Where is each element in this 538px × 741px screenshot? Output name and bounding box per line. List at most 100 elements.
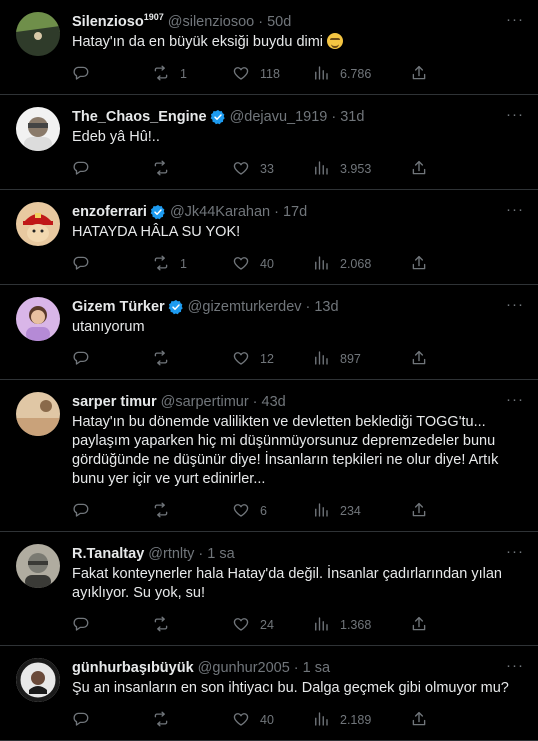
reply-button[interactable] xyxy=(72,349,152,370)
retweet-button[interactable] xyxy=(152,349,232,370)
tweet[interactable]: Silenzioso1907 @silenziosoo · 50d ··· Ha… xyxy=(0,0,538,95)
views-button[interactable]: 234 xyxy=(312,501,410,522)
retweet-button[interactable] xyxy=(152,710,232,731)
timestamp[interactable]: 50d xyxy=(267,12,291,32)
display-name[interactable]: Silenzioso1907 xyxy=(72,12,164,32)
tweet-text-content: Hatay'ın da en büyük eksiği buydu dimi xyxy=(72,34,324,50)
avatar[interactable] xyxy=(16,202,60,246)
timestamp[interactable]: 17d xyxy=(283,202,307,222)
reply-button[interactable] xyxy=(72,501,152,522)
display-name[interactable]: enzoferrari xyxy=(72,202,147,222)
display-name[interactable]: The_Chaos_Engine xyxy=(72,107,207,127)
more-dots-icon[interactable]: ··· xyxy=(506,658,524,674)
retweet-icon xyxy=(152,159,170,180)
share-button[interactable] xyxy=(410,710,428,731)
more-dots-icon[interactable]: ··· xyxy=(506,544,524,560)
tweet[interactable]: The_Chaos_Engine @dejavu_1919 · 31d ··· … xyxy=(0,95,538,190)
avatar[interactable] xyxy=(16,297,60,341)
like-count: 6 xyxy=(260,504,267,518)
retweet-button[interactable] xyxy=(152,501,232,522)
reply-button[interactable] xyxy=(72,254,152,275)
tweet-header: The_Chaos_Engine @dejavu_1919 · 31d xyxy=(72,107,522,127)
retweet-button[interactable]: 1 xyxy=(152,64,232,85)
user-handle[interactable]: @sarpertimur xyxy=(161,392,249,412)
retweet-button[interactable]: 1 xyxy=(152,254,232,275)
tweet[interactable]: sarper timur @sarpertimur · 43d ··· Hata… xyxy=(0,380,538,532)
display-name[interactable]: R.Tanaltay xyxy=(72,544,144,564)
share-button[interactable] xyxy=(410,254,428,275)
share-button[interactable] xyxy=(410,349,428,370)
timestamp[interactable]: 1 sa xyxy=(207,544,234,564)
user-handle[interactable]: @Jk44Karahan xyxy=(170,202,270,222)
like-button[interactable]: 33 xyxy=(232,159,312,180)
view-count: 6.786 xyxy=(340,67,372,81)
retweet-button[interactable] xyxy=(152,159,232,180)
heart-icon xyxy=(232,615,250,636)
share-icon xyxy=(410,501,428,522)
reply-button[interactable] xyxy=(72,159,152,180)
like-button[interactable]: 40 xyxy=(232,710,312,731)
share-button[interactable] xyxy=(410,159,428,180)
share-icon xyxy=(410,159,428,180)
more-dots-icon[interactable]: ··· xyxy=(506,12,524,28)
like-button[interactable]: 40 xyxy=(232,254,312,275)
more-dots-icon[interactable]: ··· xyxy=(506,392,524,408)
tweet[interactable]: günhurbaşıbüyük @gunhur2005 · 1 sa ··· Ş… xyxy=(0,646,538,741)
tweet-text: Şu an insanların en son ihtiyacı bu. Dal… xyxy=(72,679,522,698)
share-button[interactable] xyxy=(410,615,428,636)
tweet[interactable]: Gizem Türker @gizemturkerdev · 13d ··· u… xyxy=(0,285,538,380)
user-handle[interactable]: @gunhur2005 xyxy=(198,658,290,678)
timestamp[interactable]: 1 sa xyxy=(303,658,330,678)
heart-icon xyxy=(232,254,250,275)
like-button[interactable]: 6 xyxy=(232,501,312,522)
views-button[interactable]: 6.786 xyxy=(312,64,410,85)
like-button[interactable]: 24 xyxy=(232,615,312,636)
views-button[interactable]: 3.953 xyxy=(312,159,410,180)
like-count: 24 xyxy=(260,618,274,632)
user-handle[interactable]: @rtnlty xyxy=(148,544,194,564)
more-dots-icon[interactable]: ··· xyxy=(506,297,524,313)
display-name[interactable]: Gizem Türker xyxy=(72,297,165,317)
avatar[interactable] xyxy=(16,107,60,151)
retweet-button[interactable] xyxy=(152,615,232,636)
user-handle[interactable]: @gizemturkerdev xyxy=(188,297,302,317)
views-chart-icon xyxy=(312,349,330,370)
reply-button[interactable] xyxy=(72,64,152,85)
reply-button[interactable] xyxy=(72,615,152,636)
reply-icon xyxy=(72,64,90,85)
view-count: 234 xyxy=(340,504,361,518)
views-button[interactable]: 897 xyxy=(312,349,410,370)
tweet-text: Edeb yâ Hû!.. xyxy=(72,128,522,147)
like-count: 40 xyxy=(260,257,274,271)
avatar[interactable] xyxy=(16,12,60,56)
like-button[interactable]: 118 xyxy=(232,64,312,85)
views-button[interactable]: 2.068 xyxy=(312,254,410,275)
timestamp[interactable]: 43d xyxy=(262,392,286,412)
tweet[interactable]: enzoferrari @Jk44Karahan · 17d ··· HATAY… xyxy=(0,190,538,285)
user-handle[interactable]: @silenziosoo xyxy=(168,12,254,32)
relieved-face-emoji xyxy=(327,33,344,49)
share-button[interactable] xyxy=(410,64,428,85)
timestamp[interactable]: 31d xyxy=(340,107,364,127)
separator-dot: · xyxy=(252,394,258,410)
avatar[interactable] xyxy=(16,544,60,588)
separator-dot: · xyxy=(274,204,279,220)
display-name[interactable]: günhurbaşıbüyük xyxy=(72,658,194,678)
avatar[interactable] xyxy=(16,392,60,436)
display-name[interactable]: sarper timur xyxy=(72,392,157,412)
more-dots-icon[interactable]: ··· xyxy=(506,202,524,218)
timestamp[interactable]: 13d xyxy=(314,297,338,317)
reply-button[interactable] xyxy=(72,710,152,731)
like-count: 33 xyxy=(260,162,274,176)
share-button[interactable] xyxy=(410,501,428,522)
like-button[interactable]: 12 xyxy=(232,349,312,370)
views-button[interactable]: 1.368 xyxy=(312,615,410,636)
user-handle[interactable]: @dejavu_1919 xyxy=(230,107,328,127)
separator-dot: · xyxy=(331,109,337,125)
avatar[interactable] xyxy=(16,658,60,702)
tweet-header: günhurbaşıbüyük @gunhur2005 · 1 sa xyxy=(72,658,522,678)
more-dots-icon[interactable]: ··· xyxy=(506,107,524,123)
reply-icon xyxy=(72,254,90,275)
tweet[interactable]: R.Tanaltay @rtnlty · 1 sa ··· Fakat kont… xyxy=(0,532,538,646)
views-button[interactable]: 2.189 xyxy=(312,710,410,731)
